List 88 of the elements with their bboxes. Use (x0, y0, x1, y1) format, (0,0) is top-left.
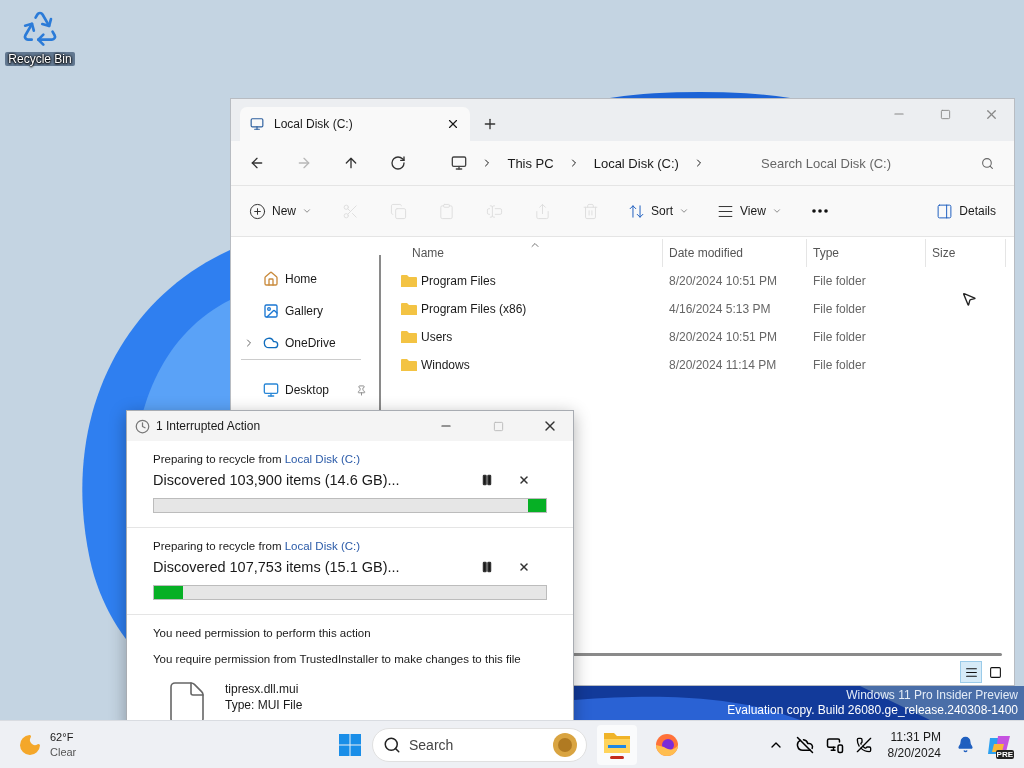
watermark-text: Evaluation copy. Build 26080.ge_release.240308-1400 (727, 703, 1018, 718)
details-button[interactable]: Details (928, 195, 1004, 227)
start-icon[interactable] (338, 732, 362, 757)
search-highlight-icon (552, 731, 578, 758)
moon-icon (18, 732, 42, 757)
file-type: Type: MUI File (225, 698, 303, 712)
view-button[interactable]: View (709, 195, 790, 227)
file-name-cell[interactable]: Program Files (389, 274, 663, 288)
type-cell-text: File folder (812, 302, 867, 316)
copilot-button[interactable]: PRE (986, 731, 1012, 758)
file-name-cell[interactable]: Users (389, 330, 663, 344)
operation-description: Preparing to recycle from Local Disk (C:) (153, 453, 362, 465)
home-icon (263, 271, 279, 287)
column-header[interactable]: Name (389, 239, 663, 267)
cloud-off-icon[interactable] (795, 735, 814, 754)
pause-icon (481, 474, 493, 486)
date-cell-text: 8/20/2024 10:51 PM (668, 330, 779, 344)
column-header[interactable]: Size (926, 239, 1006, 267)
sort-button[interactable]: Sort (620, 195, 698, 227)
search-icon (981, 156, 994, 170)
dialog-title: 1 Interrupted Action (156, 419, 262, 433)
running-indicator (610, 755, 624, 759)
sidebar-item[interactable]: OneDrive (241, 327, 379, 359)
sidebar-item[interactable]: Desktop (241, 374, 379, 406)
explorer-taskbar-button[interactable] (597, 724, 637, 765)
operation-description: Preparing to recycle from Local Disk (C:) (153, 540, 362, 552)
preview-badge: PRE (995, 749, 1014, 759)
column-header[interactable]: Date modified (663, 239, 807, 267)
display-icon[interactable] (825, 735, 844, 754)
firefox-icon (655, 732, 679, 757)
list-view-button[interactable] (960, 661, 982, 683)
close-tab-icon[interactable] (446, 117, 460, 131)
drive-icon (250, 117, 264, 131)
close-icon (518, 561, 530, 573)
folder-icon (401, 358, 417, 372)
sidebar-item[interactable]: Home (241, 263, 379, 295)
folder-app-icon (604, 730, 630, 753)
folder-icon (401, 274, 417, 288)
permission-heading: You need permission to perform this action (153, 627, 372, 639)
folder-icon (401, 302, 417, 316)
taskbar-search[interactable]: Search (372, 727, 587, 762)
type-cell-text: File folder (812, 330, 867, 344)
sidebar-item[interactable]: Gallery (241, 295, 379, 327)
tiles-view-icon (988, 665, 1002, 679)
type-cell-text: File folder (812, 358, 867, 372)
close-icon (518, 474, 530, 486)
file-name-cell[interactable]: Program Files (x86) (389, 302, 663, 316)
permission-detail: You require permission from TrustedInstaller to make changes to this file (153, 653, 522, 665)
search-icon (383, 735, 401, 754)
maximize-icon (492, 420, 504, 432)
notification-icon[interactable] (957, 736, 974, 753)
search-field[interactable]: Search Local Disk (C:) (745, 147, 1006, 179)
file-name-cell[interactable]: Windows (389, 358, 663, 372)
tab[interactable]: Local Disk (C:) (240, 107, 470, 141)
refresh-icon (389, 155, 406, 171)
operation-status: Discovered 103,900 items (14.6 GB)... (153, 472, 401, 488)
pointer-icon (961, 291, 977, 307)
pause-icon (481, 561, 493, 573)
clock-icon (135, 418, 150, 434)
weather-widget[interactable]: 62°F Clear (18, 729, 338, 760)
pc-icon (451, 155, 468, 171)
date-cell-text: 8/20/2024 11:14 PM (668, 358, 778, 372)
cloud-icon (263, 335, 279, 351)
folder-icon (401, 330, 417, 344)
date-cell-text: 8/20/2024 10:51 PM (668, 274, 779, 288)
list-view-icon (964, 665, 978, 679)
column-header[interactable]: Type (807, 239, 926, 267)
source-link[interactable]: Local Disk (C:) (284, 540, 361, 552)
date-cell-text: 4/16/2024 5:13 PM (668, 302, 772, 316)
plus-icon (482, 116, 498, 132)
caret-icon (302, 206, 312, 216)
source-link[interactable]: Local Disk (C:) (284, 453, 361, 465)
caret-icon (679, 206, 690, 216)
file-name: tipresx.dll.mui (225, 682, 300, 696)
clock[interactable]: 11:31 PM 8/20/2024 (883, 728, 945, 761)
caret-icon (771, 206, 782, 216)
gallery-icon (263, 303, 279, 319)
maximize-icon (939, 108, 951, 120)
pin-icon (356, 384, 367, 396)
breadcrumb-item[interactable]: This PC (507, 155, 554, 171)
breadcrumb-item[interactable]: Local Disk (C:) (593, 155, 679, 171)
watermark-text: Windows 11 Pro Insider Preview (846, 688, 1018, 703)
new-button[interactable]: New (241, 195, 320, 227)
address-bar[interactable]: This PC Local Disk (C:) (441, 147, 721, 179)
desktop-icon (263, 382, 279, 398)
type-cell-text: File folder (812, 274, 867, 288)
operation-status: Discovered 107,753 items (15.1 GB)... (153, 559, 401, 575)
desktop-icon-label: Recycle Bin (5, 52, 75, 66)
